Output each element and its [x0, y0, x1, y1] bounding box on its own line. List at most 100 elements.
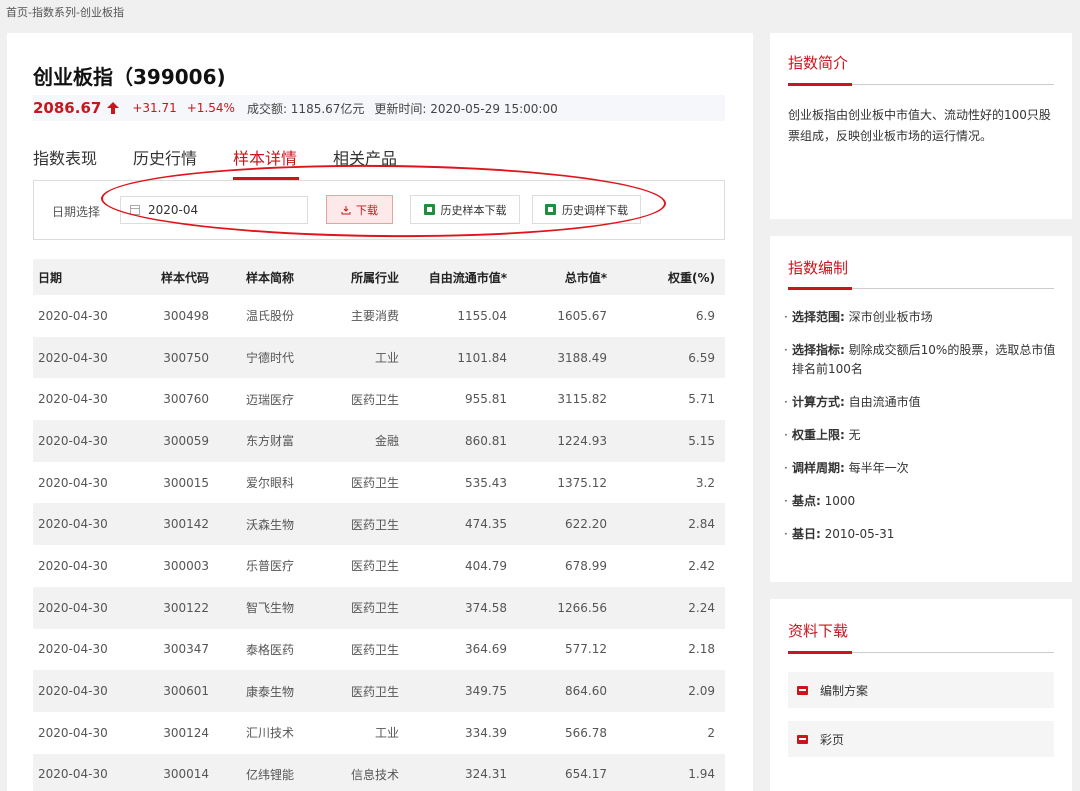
- table-row: 2020-04-30 300498 温氏股份 主要消费 1155.04 1605.67 6.…: [33, 295, 725, 337]
- table-body: 2020-04-30 300498 温氏股份 主要消费 1155.04 1605.67 6.…: [33, 295, 725, 791]
- compile-item-base-point: 基点: 1000: [784, 492, 1056, 511]
- excel-icon: [545, 204, 556, 215]
- table-row: 2020-04-30 300601 康泰生物 医药卫生 349.75 864.60 2.09: [33, 670, 725, 712]
- download-methodology[interactable]: 编制方案: [788, 672, 1054, 708]
- intro-title: 指数简介: [788, 54, 849, 72]
- tab-bar: 指数表现 历史行情 样本详情 相关产品: [33, 145, 433, 180]
- cell-code: 300059: [141, 420, 219, 462]
- cell-industry: 金融: [321, 420, 409, 462]
- cell-code: 300498: [141, 295, 219, 337]
- cell-weight: 6.9: [617, 295, 725, 337]
- table-row: 2020-04-30 300015 爱尔眼科 医药卫生 535.43 1375.12 3.2: [33, 461, 725, 504]
- cell-industry: 医药卫生: [321, 670, 409, 712]
- breadcrumb[interactable]: 首页-指数系列-创业板指: [6, 4, 124, 20]
- download-button[interactable]: 下载: [326, 195, 393, 224]
- col-header-weight[interactable]: 权重(%): [617, 259, 725, 295]
- cell-name: 康泰生物: [219, 670, 321, 712]
- compile-item-scope: 选择范围: 深市创业板市场: [784, 308, 1056, 327]
- intro-text: 创业板指由创业板中市值大、流动性好的100只股票组成，反映创业板市场的运行情况。: [788, 108, 1051, 143]
- compile-list: 选择范围: 深市创业板市场 选择指标: 剔除成交额后10%的股票，选取总市值排名…: [784, 308, 1056, 558]
- cell-weight: 3.2: [617, 461, 725, 504]
- cell-date: 2020-04-30: [33, 461, 141, 504]
- cell-weight: 2.24: [617, 586, 725, 629]
- cell-total-cap: 622.20: [517, 503, 617, 546]
- table-header-row: 日期 样本代码 样本简称 所属行业 自由流通市值* 总市值* 权重(%): [33, 259, 725, 295]
- cell-name: 泰格医药: [219, 628, 321, 671]
- downloads-panel: 资料下载 编制方案 彩页: [770, 599, 1072, 791]
- cell-total-cap: 1375.12: [517, 461, 617, 504]
- cell-free-float-cap: 404.79: [409, 545, 517, 587]
- cell-name: 温氏股份: [219, 295, 321, 337]
- pdf-icon: [797, 734, 808, 744]
- col-header-name[interactable]: 样本简称: [219, 259, 321, 295]
- cell-name: 汇川技术: [219, 711, 321, 754]
- compile-divider: [788, 287, 1054, 290]
- compile-item-criteria: 选择指标: 剔除成交额后10%的股票，选取总市值排名前100名: [784, 341, 1056, 379]
- filter-box: 日期选择 2020-04 下载 历史样本下载 历史调样下载: [33, 180, 725, 240]
- cell-name: 东方财富: [219, 420, 321, 462]
- cell-total-cap: 1266.56: [517, 586, 617, 629]
- table-row: 2020-04-30 300142 沃森生物 医药卫生 474.35 622.20 2.84: [33, 503, 725, 546]
- cell-free-float-cap: 324.31: [409, 753, 517, 791]
- cell-date: 2020-04-30: [33, 503, 141, 546]
- history-adjust-download-button[interactable]: 历史调样下载: [532, 195, 641, 224]
- cell-total-cap: 566.78: [517, 711, 617, 754]
- cell-free-float-cap: 349.75: [409, 670, 517, 712]
- cell-total-cap: 3188.49: [517, 336, 617, 379]
- cell-code: 300003: [141, 545, 219, 587]
- cell-weight: 5.15: [617, 420, 725, 462]
- cell-name: 迈瑞医疗: [219, 378, 321, 421]
- compile-item-rebalance: 调样周期: 每半年一次: [784, 459, 1056, 478]
- col-header-free-float-cap[interactable]: 自由流通市值*: [409, 259, 517, 295]
- col-header-total-cap[interactable]: 总市值*: [517, 259, 617, 295]
- download-brochure[interactable]: 彩页: [788, 721, 1054, 757]
- intro-panel: 指数简介 创业板指由创业板中市值大、流动性好的100只股票组成，反映创业板市场的…: [770, 33, 1072, 219]
- cell-free-float-cap: 1155.04: [409, 295, 517, 337]
- index-change: +31.71: [132, 101, 177, 115]
- cell-industry: 主要消费: [321, 295, 409, 337]
- download-brochure-label: 彩页: [820, 732, 845, 747]
- cell-free-float-cap: 860.81: [409, 420, 517, 462]
- cell-free-float-cap: 364.69: [409, 628, 517, 671]
- intro-divider: [788, 83, 1054, 86]
- cell-name: 智飞生物: [219, 586, 321, 629]
- cell-industry: 医药卫生: [321, 378, 409, 421]
- col-header-code[interactable]: 样本代码: [141, 259, 219, 295]
- main-panel: 创业板指（399006) 2086.67 +31.71 +1.54% 成交额: …: [7, 33, 753, 791]
- cell-free-float-cap: 535.43: [409, 461, 517, 504]
- cell-free-float-cap: 474.35: [409, 503, 517, 546]
- cell-weight: 1.94: [617, 753, 725, 791]
- cell-industry: 医药卫生: [321, 545, 409, 587]
- cell-date: 2020-04-30: [33, 545, 141, 587]
- table-row: 2020-04-30 300014 亿纬锂能 信息技术 324.31 654.17 1.94: [33, 753, 725, 791]
- col-header-date[interactable]: 日期: [33, 259, 141, 295]
- cell-weight: 2.18: [617, 628, 725, 671]
- tab-related-products[interactable]: 相关产品: [333, 145, 397, 177]
- cell-date: 2020-04-30: [33, 420, 141, 462]
- page-title: 创业板指（399006): [33, 65, 226, 89]
- tab-history[interactable]: 历史行情: [133, 145, 197, 177]
- history-sample-download-button[interactable]: 历史样本下载: [410, 195, 520, 224]
- sample-table: 日期 样本代码 样本简称 所属行业 自由流通市值* 总市值* 权重(%) 202…: [33, 259, 725, 791]
- downloads-divider: [788, 651, 1054, 654]
- cell-date: 2020-04-30: [33, 628, 141, 671]
- date-picker-input[interactable]: 2020-04: [120, 196, 308, 224]
- tab-performance[interactable]: 指数表现: [33, 145, 97, 177]
- quote-bar: 2086.67 +31.71 +1.54% 成交额: 1185.67亿元 更新时…: [33, 95, 725, 121]
- cell-free-float-cap: 1101.84: [409, 336, 517, 379]
- cell-date: 2020-04-30: [33, 753, 141, 791]
- update-time: 更新时间: 2020-05-29 15:00:00: [374, 101, 558, 116]
- up-arrow-icon: [107, 102, 120, 114]
- cell-code: 300760: [141, 378, 219, 421]
- cell-name: 沃森生物: [219, 503, 321, 546]
- cell-code: 300347: [141, 628, 219, 671]
- cell-total-cap: 3115.82: [517, 378, 617, 421]
- cell-code: 300142: [141, 503, 219, 546]
- trade-volume: 成交额: 1185.67亿元: [246, 101, 365, 116]
- col-header-industry[interactable]: 所属行业: [321, 259, 409, 295]
- cell-code: 300750: [141, 336, 219, 379]
- tab-sample-details[interactable]: 样本详情: [233, 145, 300, 180]
- pdf-icon: [797, 685, 808, 695]
- cell-weight: 5.71: [617, 378, 725, 421]
- cell-weight: 6.59: [617, 336, 725, 379]
